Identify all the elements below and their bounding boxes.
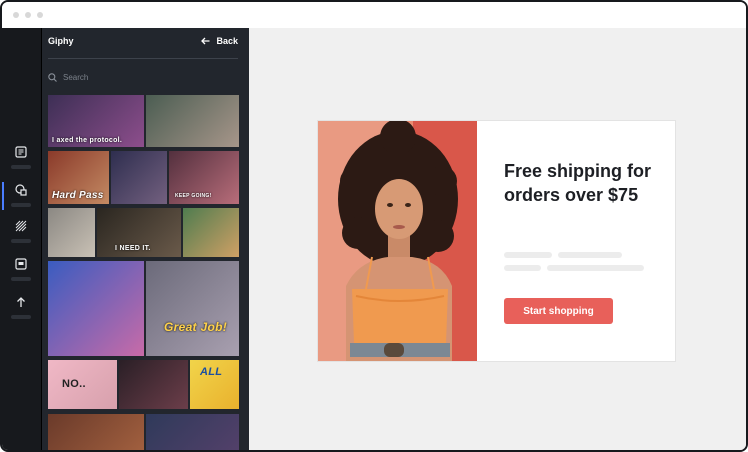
gif-thumbnail[interactable] <box>111 151 167 204</box>
gif-thumbnail[interactable]: NO.. <box>48 360 117 409</box>
rail-item-pattern[interactable] <box>10 220 32 252</box>
search-icon <box>48 72 57 82</box>
rail-item-media[interactable] <box>10 258 32 290</box>
browser-window: Giphy Back Search I axed the protocol. Ha… <box>0 0 748 452</box>
gif-thumbnail[interactable]: Great Job! <box>146 261 239 356</box>
rail-item-shapes[interactable] <box>10 184 32 216</box>
gif-thumbnail[interactable] <box>48 414 144 450</box>
text-placeholder <box>504 265 541 271</box>
back-label: Back <box>216 36 238 46</box>
gif-thumbnail[interactable]: I NEED IT. <box>97 208 181 257</box>
canvas-stage: Free shipping for orders over $75 Start … <box>249 28 746 450</box>
panel-divider <box>48 58 238 59</box>
text-placeholder <box>558 252 622 258</box>
shapes-icon <box>15 184 27 196</box>
gif-thumbnail[interactable]: KEEP GOING! <box>169 151 239 204</box>
text-icon <box>15 146 27 158</box>
gif-caption: Hard Pass <box>52 190 104 201</box>
gif-caption: I axed the protocol. <box>52 137 123 144</box>
search-input[interactable]: Search <box>48 70 88 84</box>
panel-title: Giphy <box>48 36 74 46</box>
gif-thumbnail[interactable]: ALL <box>190 360 239 409</box>
media-icon <box>15 258 27 270</box>
gif-thumbnail[interactable] <box>48 261 144 356</box>
model-photo <box>318 121 477 361</box>
text-placeholder <box>504 252 552 258</box>
search-placeholder: Search <box>63 72 89 82</box>
giphy-panel: Giphy Back Search I axed the protocol. Ha… <box>42 28 249 450</box>
gif-caption: NO.. <box>62 378 86 390</box>
gif-caption: I NEED IT. <box>115 245 151 252</box>
gif-caption: Great Job! <box>164 320 228 334</box>
start-shopping-button[interactable]: Start shopping <box>504 298 613 324</box>
tool-rail <box>2 28 42 450</box>
window-titlebar <box>2 2 746 28</box>
arrow-left-icon <box>201 37 210 45</box>
window-dot-icon <box>25 12 31 18</box>
promo-card[interactable]: Free shipping for orders over $75 Start … <box>317 120 676 362</box>
rail-label-placeholder <box>11 315 31 319</box>
pattern-icon <box>15 220 27 232</box>
gif-caption: KEEP GOING! <box>175 193 212 199</box>
gif-thumbnail[interactable] <box>146 95 239 147</box>
rail-item-upload[interactable] <box>10 296 32 328</box>
promo-headline: Free shipping for orders over $75 <box>504 161 652 205</box>
gif-thumbnail[interactable]: Hard Pass <box>48 151 109 204</box>
gif-thumbnail[interactable] <box>119 360 188 409</box>
rail-label-placeholder <box>11 165 31 169</box>
gif-thumbnail[interactable]: I axed the protocol. <box>48 95 144 147</box>
rail-label-placeholder <box>11 277 31 281</box>
window-dot-icon <box>37 12 43 18</box>
back-button[interactable]: Back <box>201 36 238 46</box>
rail-label-placeholder <box>11 239 31 243</box>
gif-thumbnail[interactable] <box>48 208 95 257</box>
gif-thumbnail[interactable] <box>146 414 239 450</box>
rail-label-placeholder <box>11 203 31 207</box>
gif-thumbnail[interactable] <box>183 208 239 257</box>
text-placeholder <box>547 265 644 271</box>
rail-item-text[interactable] <box>10 146 32 178</box>
gif-caption: ALL <box>200 366 223 378</box>
window-dot-icon <box>13 12 19 18</box>
upload-icon <box>17 297 25 307</box>
active-indicator <box>2 182 4 210</box>
